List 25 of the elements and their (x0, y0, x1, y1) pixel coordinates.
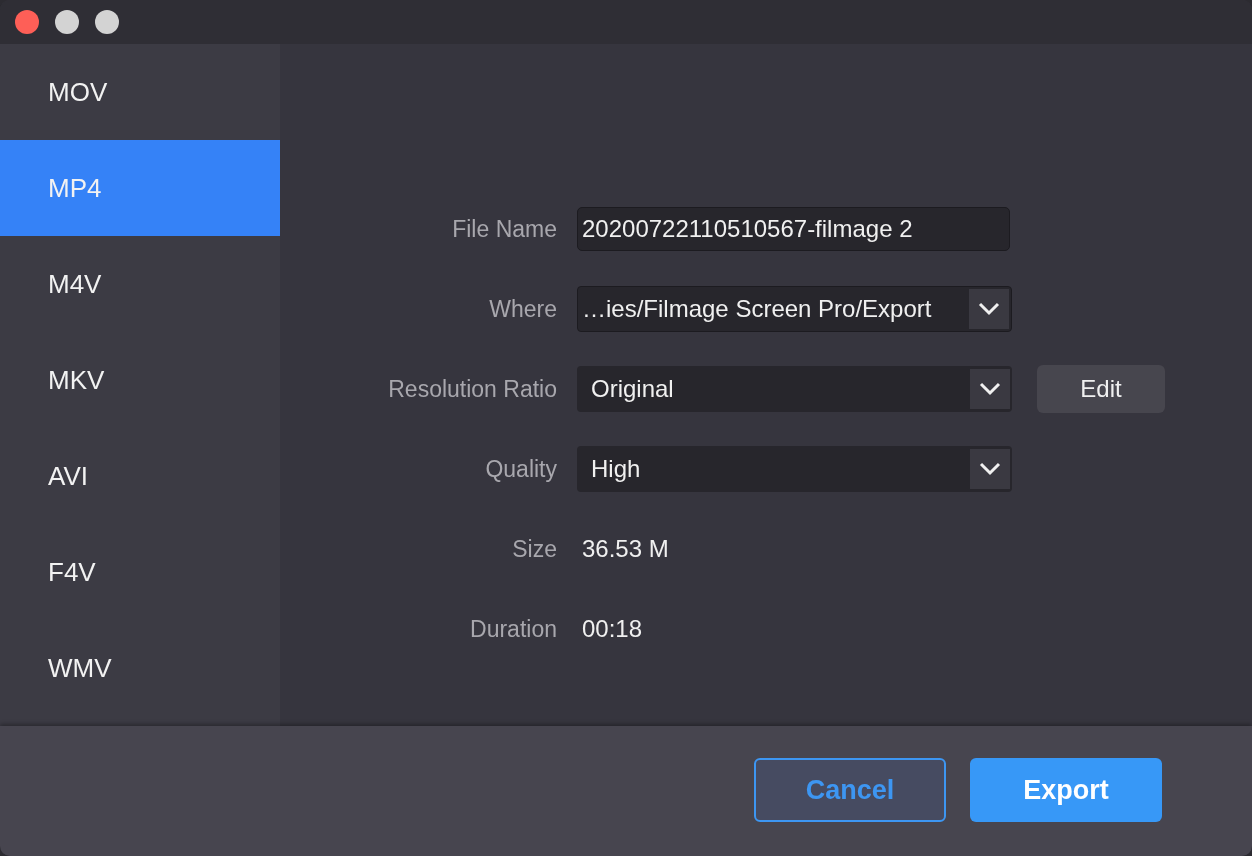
value-text: 00:18 (581, 615, 643, 643)
close-button[interactable] (15, 10, 39, 34)
field-label: Where (488, 295, 557, 323)
format-item[interactable]: M4V (0, 236, 280, 332)
field-label: File Name (451, 215, 557, 243)
field-label: Duration (469, 615, 557, 643)
minimize-button[interactable] (55, 10, 79, 34)
location-dropdown[interactable]: …ies/Filmage Screen Pro/Export (577, 286, 1012, 332)
field-label: Size (511, 535, 557, 563)
value-text: 36.53 M (581, 535, 669, 563)
dropdown[interactable]: Original (577, 366, 1012, 412)
format-item[interactable]: MOV (0, 44, 280, 140)
edit-button[interactable]: Edit (1037, 365, 1165, 413)
format-item[interactable]: F4V (0, 524, 280, 620)
chevron-down-icon (979, 462, 1001, 476)
dropdown[interactable]: High (577, 446, 1012, 492)
file-name-field[interactable]: 20200722110510567-filmage 2 (577, 207, 1010, 251)
chevron-down-icon (978, 302, 1000, 316)
chevron-down-icon (979, 382, 1001, 396)
zoom-button[interactable] (95, 10, 119, 34)
field-label: Quality (484, 455, 557, 483)
format-item[interactable]: WMV (0, 620, 280, 716)
field-label: Resolution Ratio (387, 375, 557, 403)
format-item[interactable]: MKV (0, 332, 280, 428)
format-item[interactable]: AVI (0, 428, 280, 524)
